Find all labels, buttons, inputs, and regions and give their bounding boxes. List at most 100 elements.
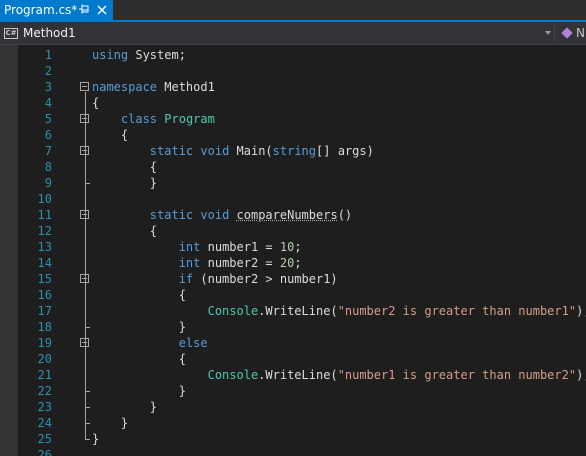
line-number: 3 — [44, 80, 52, 94]
code-token: WriteLine( — [265, 304, 338, 318]
code-text: namespace Method1 — [92, 79, 215, 95]
line-number: 14 — [37, 256, 52, 270]
code-text: Console.WriteLine("number1 is greater th… — [92, 367, 586, 383]
code-token: { — [92, 224, 158, 238]
code-text: else — [92, 335, 208, 351]
line-number: 10 — [37, 192, 52, 206]
code-line[interactable]: 14 int number2 = 20; — [0, 255, 586, 271]
code-token: [] args) — [316, 144, 374, 158]
line-number: 17 — [37, 304, 52, 318]
code-token: "number1 is greater than number2" — [337, 368, 577, 382]
outline-guide — [85, 156, 86, 183]
code-text: using System; — [92, 47, 186, 63]
line-number: 12 — [37, 224, 52, 238]
code-token: } — [92, 320, 186, 334]
code-text: static void compareNumbers() — [92, 207, 352, 223]
line-number: 7 — [44, 144, 52, 158]
code-line[interactable]: 6 { — [0, 127, 586, 143]
code-line[interactable]: 15 if (number2 > number1) — [0, 271, 586, 287]
code-token: string — [272, 144, 317, 158]
pin-icon[interactable] — [78, 3, 90, 15]
code-text: int number2 = 20; — [92, 255, 302, 271]
line-number: 4 — [44, 96, 52, 110]
code-line[interactable]: 26 — [0, 447, 586, 456]
code-line[interactable]: 12 { — [0, 223, 586, 239]
line-number: 11 — [37, 208, 52, 222]
code-token: class — [120, 112, 158, 126]
code-token: } — [92, 400, 158, 414]
code-line[interactable]: 17 Console.WriteLine("number2 is greater… — [0, 303, 586, 319]
code-line[interactable]: 4{ — [0, 95, 586, 111]
code-text: { — [92, 159, 157, 175]
line-number: 22 — [37, 384, 52, 398]
code-line[interactable]: 5 class Program — [0, 111, 586, 127]
code-token: static — [149, 208, 194, 222]
code-token: void — [200, 208, 230, 222]
code-line[interactable]: 19 else — [0, 335, 586, 351]
code-token: { — [92, 288, 186, 302]
code-token: ); — [576, 304, 586, 318]
code-token: } — [92, 432, 100, 446]
code-line[interactable]: 20 { — [0, 351, 586, 367]
code-text: } — [92, 415, 128, 431]
namespace-icon — [561, 27, 573, 39]
collapse-toggle-icon[interactable] — [80, 82, 89, 91]
code-token: int — [178, 240, 201, 254]
code-token: { — [92, 160, 158, 174]
code-token: (number2 > number1) — [193, 272, 338, 286]
code-line[interactable]: 3 namespace Method1 — [0, 79, 586, 95]
code-line[interactable]: 10 — [0, 191, 586, 207]
navigation-bar: C# Method1 N — [0, 22, 586, 45]
code-line[interactable]: 1 using System; — [0, 47, 586, 63]
code-token: ; — [294, 240, 302, 254]
code-text: { — [92, 351, 186, 367]
member-dropdown[interactable]: N — [556, 23, 586, 43]
code-line[interactable]: 7 static void Main(string[] args) — [0, 143, 586, 159]
line-number: 9 — [44, 176, 52, 190]
code-text: } — [92, 175, 157, 191]
line-number: 5 — [44, 112, 52, 126]
line-number: 21 — [37, 368, 52, 382]
code-text: { — [92, 287, 186, 303]
code-line[interactable]: 2 — [0, 63, 586, 79]
csharp-file-icon: C# — [4, 27, 18, 39]
code-token: 20 — [279, 256, 295, 270]
code-token: number2 = — [200, 256, 280, 270]
code-token: } — [92, 416, 129, 430]
chevron-down-icon[interactable] — [545, 31, 551, 35]
code-line[interactable]: 21 Console.WriteLine("number1 is greater… — [0, 367, 586, 383]
outline-guide-end — [85, 183, 90, 184]
code-text: Console.WriteLine("number2 is greater th… — [92, 303, 586, 319]
line-number: 24 — [37, 416, 52, 430]
outline-guide-end — [85, 423, 90, 424]
close-icon[interactable] — [96, 4, 108, 16]
code-text: } — [92, 383, 186, 399]
code-editor[interactable]: 1 using System; 2 3 namespace Method1 4{5 cla… — [0, 45, 586, 456]
line-number: 1 — [44, 48, 52, 62]
code-text: } — [92, 431, 99, 447]
code-line[interactable]: 8 { — [0, 159, 586, 175]
code-token: Console — [207, 304, 259, 318]
code-token: Method1 — [157, 80, 215, 94]
line-number: 18 — [37, 320, 52, 334]
code-token: 10 — [279, 240, 295, 254]
code-text: class Program — [92, 111, 215, 127]
code-text: { — [92, 127, 128, 143]
outline-guide-end — [85, 439, 90, 440]
project-dropdown[interactable]: C# Method1 — [0, 23, 555, 43]
code-line[interactable]: 16 { — [0, 287, 586, 303]
code-line[interactable]: 11 static void compareNumbers() — [0, 207, 586, 223]
code-line[interactable]: 13 int number1 = 10; — [0, 239, 586, 255]
line-number: 20 — [37, 352, 52, 366]
code-token: ; — [294, 256, 302, 270]
tab-program-cs[interactable]: Program.cs* — [0, 0, 113, 20]
code-token: Console — [207, 368, 259, 382]
code-token: { — [92, 96, 100, 110]
